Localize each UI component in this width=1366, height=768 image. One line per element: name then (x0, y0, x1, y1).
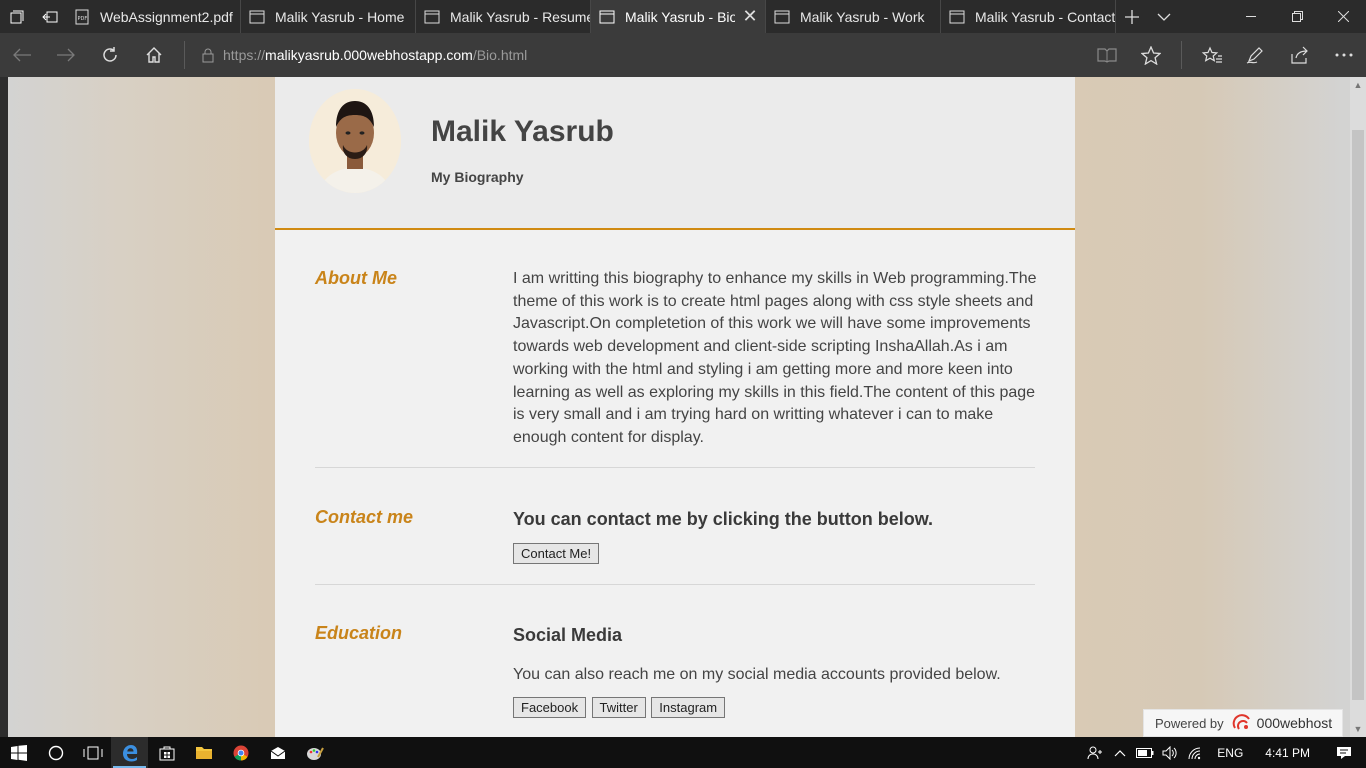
navigation-bar: https://malikyasrub.000webhostapp.com/Bi… (0, 33, 1366, 77)
tab-webassignment-pdf[interactable]: PDF WebAssignment2.pdf (66, 0, 241, 33)
url-host: malikyasrub.000webhostapp.com (265, 47, 473, 63)
address-bar[interactable]: https://malikyasrub.000webhostapp.com/Bi… (193, 33, 1085, 77)
tab-title: Malik Yasrub - Biog (625, 8, 735, 25)
page-title: Malik Yasrub (431, 115, 614, 148)
contact-text: You can contact me by clicking the butto… (513, 509, 934, 529)
star-favorite-icon[interactable] (1129, 33, 1173, 77)
tab-contact[interactable]: Malik Yasrub - Contact (941, 0, 1116, 33)
tab-biography[interactable]: Malik Yasrub - Biog ✕ (591, 0, 766, 33)
scroll-down-icon[interactable]: ▼ (1350, 721, 1366, 737)
chrome-icon[interactable] (222, 737, 259, 768)
tab-title: Malik Yasrub - Work (800, 8, 925, 25)
restore-icon[interactable] (1274, 0, 1320, 33)
paint-icon[interactable] (296, 737, 333, 768)
windows-start-icon[interactable] (0, 737, 37, 768)
social-buttons: Facebook Twitter Instagram (513, 696, 1035, 720)
contact-section: Contact me You can contact me by clickin… (315, 468, 1035, 585)
reading-view-icon[interactable] (1085, 33, 1129, 77)
minimize-icon[interactable] (1228, 0, 1274, 33)
back-arrow-icon[interactable] (0, 33, 44, 77)
page-icon (949, 9, 965, 25)
tab-resume[interactable]: Malik Yasrub - Resume (416, 0, 591, 33)
tab-manager-icon[interactable] (0, 0, 33, 33)
mail-icon[interactable] (259, 737, 296, 768)
clock[interactable]: 4:41 PM (1253, 746, 1322, 760)
page-icon (774, 9, 790, 25)
battery-icon[interactable] (1132, 747, 1157, 758)
chevron-up-icon[interactable] (1107, 749, 1132, 757)
url-scheme: https:// (223, 47, 266, 63)
about-heading: About Me (315, 268, 397, 288)
favorites-hub-icon[interactable] (1190, 33, 1234, 77)
tab-title: Malik Yasrub - Home (275, 8, 405, 25)
nav-right-tools (1085, 33, 1366, 77)
language-indicator[interactable]: ENG (1207, 746, 1253, 760)
store-icon[interactable] (148, 737, 185, 768)
share-icon[interactable] (1278, 33, 1322, 77)
pdf-icon: PDF (74, 9, 90, 25)
page-icon (249, 9, 265, 25)
more-menu-icon[interactable] (1322, 33, 1366, 77)
webhost-logo-icon (1231, 714, 1253, 732)
search-circle-icon[interactable] (37, 737, 74, 768)
page-icon (599, 9, 615, 25)
education-heading: Education (315, 623, 403, 643)
web-viewport: Malik Yasrub My Biography About Me I am … (0, 77, 1366, 737)
nav-separator (1181, 41, 1182, 69)
instagram-button[interactable]: Instagram (651, 696, 726, 718)
page-subtitle: My Biography (431, 169, 524, 185)
notification-center-icon[interactable] (1322, 746, 1366, 760)
set-aside-tabs-icon[interactable] (33, 0, 66, 33)
system-tray: ENG 4:41 PM (1082, 737, 1366, 768)
contact-me-button[interactable]: Contact Me! (513, 543, 600, 564)
new-tab-icon[interactable] (1116, 0, 1148, 33)
close-tab-icon[interactable]: ✕ (735, 6, 765, 27)
twitter-button[interactable]: Twitter (591, 696, 646, 718)
tab-home[interactable]: Malik Yasrub - Home (241, 0, 416, 33)
social-media-heading: Social Media (513, 625, 623, 645)
tab-title: Malik Yasrub - Resume (450, 8, 590, 25)
nav-separator (184, 41, 185, 69)
powered-by-brand: 000webhost (1256, 715, 1333, 731)
url-path: /Bio.html (472, 47, 528, 63)
task-view-icon[interactable] (74, 737, 111, 768)
page-icon (424, 9, 440, 25)
vertical-scrollbar[interactable]: ▲ ▼ (1350, 77, 1366, 737)
avatar (309, 89, 401, 193)
refresh-icon[interactable] (88, 33, 132, 77)
tab-work[interactable]: Malik Yasrub - Work (766, 0, 941, 33)
wifi-icon[interactable] (1182, 746, 1207, 760)
about-text: I am writting this biography to enhance … (513, 270, 1037, 446)
about-section: About Me I am writting this biography to… (315, 230, 1037, 468)
education-section: Education Social Media You can also reac… (315, 585, 1035, 719)
tab-title: WebAssignment2.pdf (100, 8, 233, 25)
edge-browser-icon[interactable] (111, 737, 148, 768)
volume-icon[interactable] (1157, 745, 1182, 760)
close-window-icon[interactable] (1320, 0, 1366, 33)
home-icon[interactable] (132, 33, 176, 77)
pen-notes-icon[interactable] (1234, 33, 1278, 77)
people-icon[interactable] (1082, 746, 1107, 760)
contact-body: You can contact me by clicking the butto… (513, 468, 1035, 566)
chevron-down-icon[interactable] (1148, 0, 1180, 33)
svg-text:PDF: PDF (78, 16, 88, 22)
page-header: Malik Yasrub My Biography (275, 77, 1075, 230)
lock-icon (193, 48, 223, 63)
tab-bar: PDF WebAssignment2.pdf Malik Yasrub - Ho… (0, 0, 1366, 33)
powered-by-badge[interactable]: Powered by 000webhost (1143, 709, 1343, 737)
scrollbar-thumb[interactable] (1352, 130, 1364, 700)
scroll-up-icon[interactable]: ▲ (1350, 77, 1366, 93)
tab-title: Malik Yasrub - Contact (975, 8, 1115, 25)
facebook-button[interactable]: Facebook (513, 696, 587, 718)
windows-taskbar: ENG 4:41 PM (0, 737, 1366, 768)
tab-bar-spacer (1180, 0, 1228, 33)
forward-arrow-icon[interactable] (44, 33, 88, 77)
page-container: Malik Yasrub My Biography About Me I am … (275, 77, 1075, 737)
social-media-text: You can also reach me on my social media… (513, 666, 1001, 683)
contact-heading: Contact me (315, 507, 414, 527)
file-explorer-icon[interactable] (185, 737, 222, 768)
education-body: Social Media You can also reach me on my… (513, 585, 1035, 719)
powered-by-label: Powered by (1155, 715, 1224, 731)
